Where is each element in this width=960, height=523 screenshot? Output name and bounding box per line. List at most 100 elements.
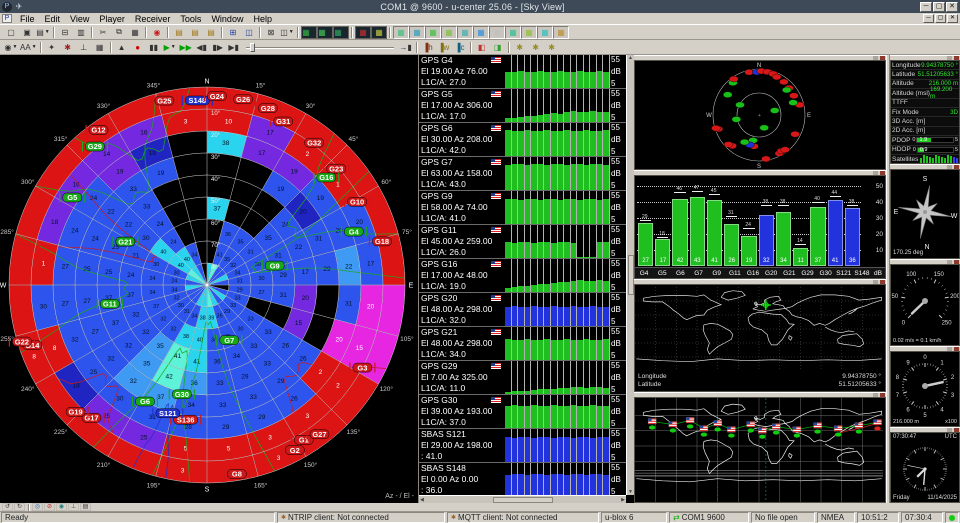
sky-view-panel[interactable]: 3338101721201720152335525251883011816141… bbox=[0, 55, 418, 503]
marker-c-icon[interactable]: ▐c bbox=[452, 41, 468, 54]
text-size-icon[interactable]: AA▼ bbox=[19, 41, 38, 54]
binary-console-icon[interactable]: ▦ bbox=[393, 26, 409, 39]
deviation-map-icon[interactable]: ▦ bbox=[473, 26, 489, 39]
satellite-row-S148[interactable]: SBAS S148El 0.00 Az 0.00: 36.055dB5 bbox=[419, 463, 626, 497]
text-console-icon[interactable]: ▦ bbox=[409, 26, 425, 39]
jump-end-icon[interactable]: →▮ bbox=[398, 41, 414, 54]
minimize-button[interactable]: ─ bbox=[920, 2, 932, 12]
satellite-row-G16[interactable]: GPS G16El 17.00 Az 48.00L1C/A: 19.055dB5 bbox=[419, 259, 626, 293]
satellite-row-G7[interactable]: GPS G7El 63.00 Az 158.00L1C/A: 43.055dB5 bbox=[419, 157, 626, 191]
antenna-tree-icon[interactable]: ⊥ bbox=[76, 41, 92, 54]
menu-tools[interactable]: Tools bbox=[175, 14, 206, 24]
record-icon[interactable]: ● bbox=[130, 41, 146, 54]
ublox-logo-icon[interactable]: ◉ bbox=[149, 26, 165, 39]
save-file-icon[interactable]: ▣ bbox=[19, 26, 35, 39]
fast-forward-icon[interactable]: ▶▶ bbox=[178, 41, 194, 54]
child-restore-button[interactable]: ▢ bbox=[935, 14, 946, 23]
satellite-row-G21[interactable]: GPS G21El 48.00 Az 298.00L1C/A: 34.055dB… bbox=[419, 327, 626, 361]
satellite-row-G6[interactable]: GPS G6El 30.00 Az 208.00L1C/A: 42.055dB5 bbox=[419, 123, 626, 157]
new-view-icon[interactable]: ◫▼ bbox=[279, 26, 295, 39]
sky-satellite-S121[interactable]: S121 bbox=[153, 408, 183, 418]
paste-icon[interactable]: ▦ bbox=[127, 26, 143, 39]
magic-tool-icon[interactable]: ✦ bbox=[44, 41, 60, 54]
satellite-row-G4[interactable]: GPS G4El 19.00 Az 76.00L1C/A: 27.055dB5 bbox=[419, 55, 626, 89]
list-horizontal-scrollbar[interactable]: ◀▶ bbox=[419, 495, 626, 503]
camera-view-icon[interactable]: ▦▼ bbox=[333, 26, 349, 39]
print-icon[interactable]: ⊟ bbox=[57, 26, 73, 39]
packet-console-icon[interactable]: ▦ bbox=[371, 26, 387, 39]
table-view-icon[interactable]: ▦ bbox=[441, 26, 457, 39]
satellite-ground-track-map-panel[interactable] bbox=[634, 397, 886, 503]
histogram-view-icon[interactable]: ▦ bbox=[457, 26, 473, 39]
export-gnss-2-icon[interactable]: ▤ bbox=[187, 26, 203, 39]
playback-position-slider[interactable] bbox=[246, 43, 394, 52]
menu-window[interactable]: Window bbox=[206, 14, 248, 24]
close-view-icon[interactable]: ⊠ bbox=[263, 26, 279, 39]
close-button[interactable]: ✕ bbox=[946, 2, 958, 12]
cut-icon[interactable]: ✂ bbox=[95, 26, 111, 39]
marker-w-icon[interactable]: ▐w bbox=[436, 41, 452, 54]
hotkeys-icon[interactable]: ▦ bbox=[92, 41, 108, 54]
menu-player[interactable]: Player bbox=[94, 14, 130, 24]
eject-icon[interactable]: ▲ bbox=[114, 41, 130, 54]
menu-help[interactable]: Help bbox=[248, 14, 277, 24]
satellite-row-G29[interactable]: GPS G29El 7.00 Az 325.00L1C/A: 11.055dB5 bbox=[419, 361, 626, 395]
debug-hotkey-icon[interactable]: ✱ bbox=[60, 41, 76, 54]
map-view-icon[interactable]: ▦▼ bbox=[301, 26, 317, 39]
list-vertical-scrollbar[interactable]: ▲▼ bbox=[626, 55, 634, 495]
sky-view-icon[interactable]: ▦ bbox=[489, 26, 505, 39]
child-close-button[interactable]: ✕ bbox=[947, 14, 958, 23]
skip-forward-icon[interactable]: ▶▮ bbox=[226, 41, 242, 54]
menu-edit[interactable]: Edit bbox=[40, 14, 66, 24]
dock-toggle-1-icon[interactable]: ◧ bbox=[474, 41, 490, 54]
pause-icon[interactable]: ▮▮ bbox=[146, 41, 162, 54]
world-map-icon[interactable]: ▦ bbox=[505, 26, 521, 39]
dock-view-2-icon[interactable]: ▦ bbox=[537, 26, 553, 39]
dock-view-3-icon[interactable]: ▦ bbox=[553, 26, 569, 39]
world-position-map-panel[interactable]: LongitudeLatitude 9.94378750 °51.5120563… bbox=[634, 284, 886, 392]
speed-gauge-panel[interactable]: 050100150200250 0.02 m/s = 0.1 km/h bbox=[890, 264, 960, 346]
gear-1-icon[interactable]: ✱ bbox=[512, 41, 528, 54]
marker-h-icon[interactable]: ▐h bbox=[420, 41, 436, 54]
statistic-view-icon[interactable]: ▦ bbox=[425, 26, 441, 39]
play-icon[interactable]: ▶▼ bbox=[162, 41, 178, 54]
open-file-icon[interactable]: ▤▼ bbox=[35, 26, 51, 39]
export-gnss-1-icon[interactable]: ▤ bbox=[171, 26, 187, 39]
clock-panel[interactable]: 07:30:47 UTC Friday 11/14/2025 bbox=[890, 432, 960, 503]
export-gnss-3-icon[interactable]: ▤ bbox=[203, 26, 219, 39]
layout-table-icon[interactable]: ⊞ bbox=[225, 26, 241, 39]
dock-view-1-icon[interactable]: ▦ bbox=[521, 26, 537, 39]
messages-view-icon[interactable]: ▦ bbox=[355, 26, 371, 39]
menu-view[interactable]: View bbox=[65, 14, 94, 24]
menu-file[interactable]: File bbox=[15, 14, 40, 24]
child-minimize-button[interactable]: ─ bbox=[923, 14, 934, 23]
satellite-row-G9[interactable]: GPS G9El 58.00 Az 74.00L1C/A: 41.055dB5 bbox=[419, 191, 626, 225]
step-back-icon[interactable]: ◀▮ bbox=[194, 41, 210, 54]
layout-columns-icon[interactable]: ◫ bbox=[241, 26, 257, 39]
altimeter-panel[interactable]: 0123456789 216.000 m x100 bbox=[890, 351, 960, 427]
satellite-signal-history-panel[interactable]: GPS G4El 19.00 Az 76.00L1C/A: 27.055dB5G… bbox=[418, 55, 634, 503]
child-window-icon[interactable]: P bbox=[2, 14, 12, 23]
menu-receiver[interactable]: Receiver bbox=[130, 14, 176, 24]
satellite-row-S121[interactable]: SBAS S121El 29.00 Az 198.00: 41.055dB5 bbox=[419, 429, 626, 463]
satellite-row-G30[interactable]: GPS G30El 39.00 Az 193.00L1C/A: 37.055dB… bbox=[419, 395, 626, 429]
gear-3-icon[interactable]: ✱ bbox=[544, 41, 560, 54]
dock-toggle-2-icon[interactable]: ◨ bbox=[490, 41, 506, 54]
copy-icon[interactable]: ⧉ bbox=[111, 26, 127, 39]
satellite-row-G20[interactable]: GPS G20El 48.00 Az 298.00L1C/A: 32.055dB… bbox=[419, 293, 626, 327]
signal-strength-chart-panel[interactable]: 2729171842464347414526311924323834381114… bbox=[634, 175, 886, 279]
navigation-data-panel[interactable]: Longitude9.94378750 °Latitude51.51205633… bbox=[890, 60, 960, 164]
step-forward-icon[interactable]: ▮▶ bbox=[210, 41, 226, 54]
svg-text:30: 30 bbox=[40, 304, 48, 311]
gear-2-icon[interactable]: ✱ bbox=[528, 41, 544, 54]
compass-panel[interactable]: SEWN 170.25 deg bbox=[890, 169, 960, 259]
satellite-row-G11[interactable]: GPS G11El 45.00 Az 259.00L1C/A: 26.055dB… bbox=[419, 225, 626, 259]
print-preview-icon[interactable]: ▥ bbox=[73, 26, 89, 39]
chart-view-icon[interactable]: ▦▼ bbox=[317, 26, 333, 39]
satellite-row-G5[interactable]: GPS G5El 17.00 Az 306.00L1C/A: 17.055dB5 bbox=[419, 89, 626, 123]
views-eye-icon[interactable]: ◉▼ bbox=[3, 41, 19, 54]
maximize-button[interactable]: ▢ bbox=[933, 2, 945, 12]
new-file-icon[interactable]: ▢ bbox=[3, 26, 19, 39]
constellation-view-panel[interactable]: NESW+ bbox=[634, 60, 886, 170]
us-flag-icon bbox=[491, 91, 501, 97]
